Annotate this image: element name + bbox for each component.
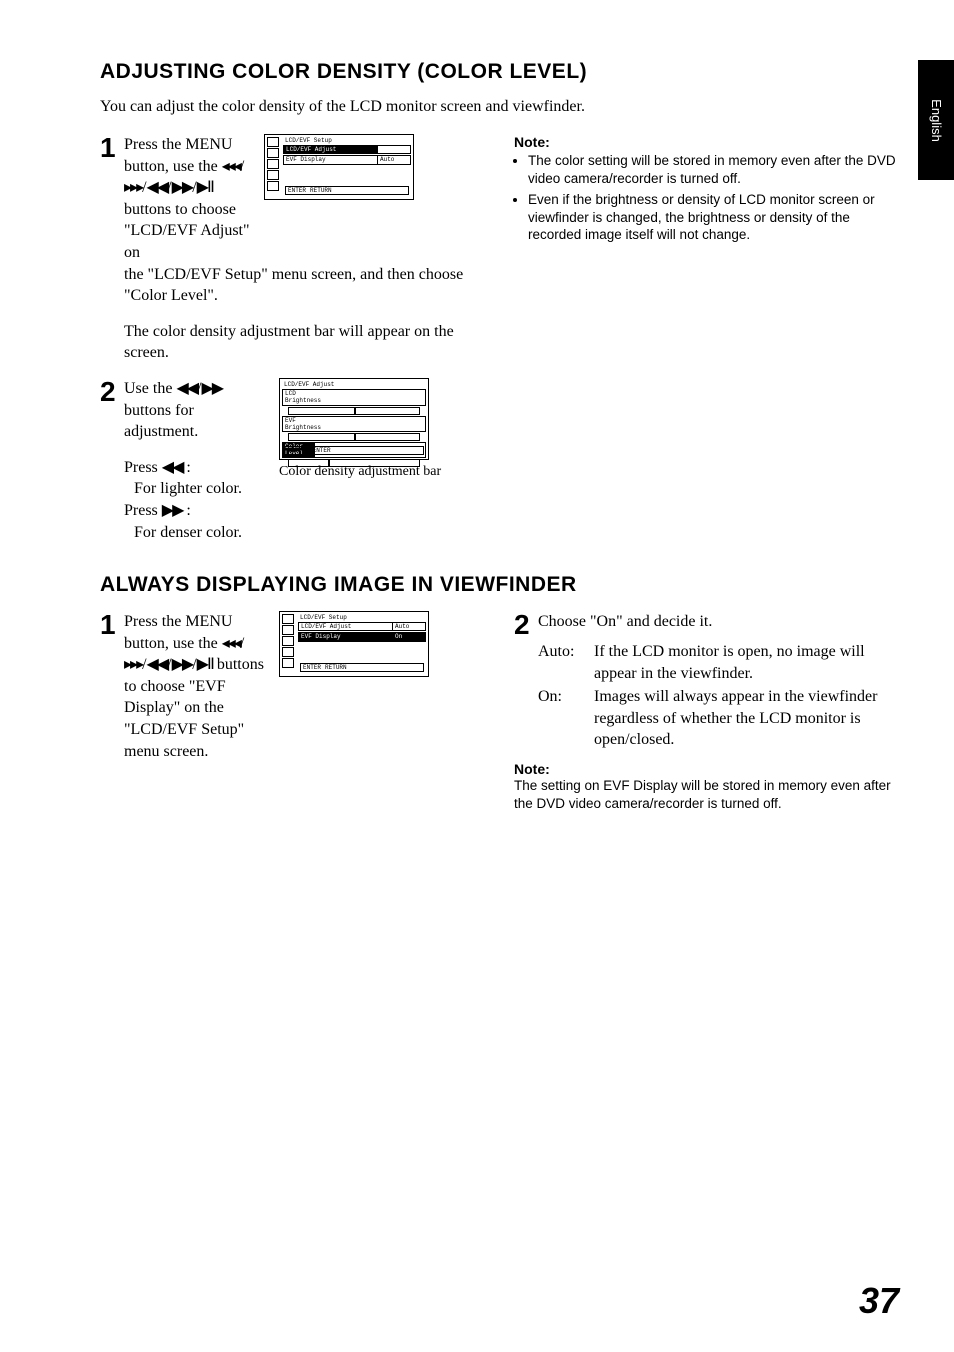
menu2-r2: EVF Brightness xyxy=(283,417,323,431)
section1-intro: You can adjust the color density of the … xyxy=(100,98,899,116)
s1-step1: 1 Press the MENU button, use the ◂◂◂/ ▸▸… xyxy=(100,134,490,364)
note-header: Note: xyxy=(514,134,899,150)
s2-step2: 2 Choose "On" and decide it. xyxy=(514,611,899,639)
menu1-footA: ENTER xyxy=(288,187,306,194)
s2-step1-text-a: Press the MENU button, use the xyxy=(124,613,232,652)
s1-step2-text-a: Use the xyxy=(124,380,176,397)
menu3-footA: ENTER xyxy=(303,664,321,671)
playpause-icon: ▶Ⅱ xyxy=(197,656,213,673)
rew-icon: ◀◀ xyxy=(162,459,183,476)
step-number: 2 xyxy=(100,378,118,406)
auto-label: Auto: xyxy=(538,641,586,684)
s1-step1-text-a: Press the MENU button, use the xyxy=(124,136,232,175)
menu3-footB: RETURN xyxy=(325,664,347,671)
denser-text: For denser color. xyxy=(134,522,269,544)
menu3-title: LCD/EVF Setup xyxy=(298,614,426,621)
menu1-r1a: LCD/EVF Adjust xyxy=(284,146,378,153)
s1-step2-text-b: buttons for adjustment. xyxy=(124,402,198,441)
press-label: Press xyxy=(124,459,162,476)
rew-icon: ◀◀ xyxy=(147,179,168,196)
section1-heading: ADJUSTING COLOR DENSITY (COLOR LEVEL) xyxy=(100,60,899,84)
next-icon: ▸▸▸ xyxy=(124,656,142,673)
menu2-footB: ENTER xyxy=(313,447,331,454)
menu1-r2a: EVF Display xyxy=(284,156,378,163)
note-item: Even if the brightness or density of LCD… xyxy=(528,191,899,244)
step-number: 2 xyxy=(514,611,532,639)
language-tab: English xyxy=(918,60,954,180)
rew-icon: ◀◀ xyxy=(147,656,168,673)
menu1-footB: RETURN xyxy=(310,187,332,194)
menu2-r1: LCD Brightness xyxy=(283,390,323,404)
s2-step1-text-b: buttons to choose "EVF Display" on the "… xyxy=(124,656,264,759)
s1-step1-text-c: The color density adjustment bar will ap… xyxy=(124,321,490,364)
step-number: 1 xyxy=(100,611,118,639)
section2-heading: ALWAYS DISPLAYING IMAGE IN VIEWFINDER xyxy=(100,573,899,597)
fwd-icon: ▶▶ xyxy=(202,380,223,397)
s1-step2: 2 Use the ◀◀/▶▶ buttons for adjustment. … xyxy=(100,378,490,543)
menu2-footA: ADJUST xyxy=(287,447,309,454)
menu-screenshot-3: LCD/EVF Setup LCD/EVF AdjustAuto EVF Dis… xyxy=(279,611,429,677)
menu3-r1b: Auto xyxy=(393,623,425,630)
prev-icon: ◂◂◂ xyxy=(222,158,240,175)
menu-screenshot-2: LCD/EVF Adjust LCD Brightness EVF Bright… xyxy=(279,378,429,460)
menu1-r2b: Auto xyxy=(378,156,410,163)
menu1-r1b xyxy=(378,146,410,153)
on-label: On: xyxy=(538,686,586,751)
on-text: Images will always appear in the viewfin… xyxy=(594,686,899,751)
playpause-icon: ▶Ⅱ xyxy=(197,179,213,196)
menu3-r2a: EVF Display xyxy=(299,633,393,640)
s2-step2-text-a: Choose "On" and decide it. xyxy=(538,611,712,633)
note-item: The color setting will be stored in memo… xyxy=(528,152,899,187)
page-number: 37 xyxy=(859,1280,899,1322)
next-icon: ▸▸▸ xyxy=(124,179,142,196)
menu3-r1a: LCD/EVF Adjust xyxy=(299,623,393,630)
fwd-icon: ▶▶ xyxy=(162,502,183,519)
menu2-title: LCD/EVF Adjust xyxy=(282,381,426,388)
menu1-title: LCD/EVF Setup xyxy=(283,137,411,144)
lighter-text: For lighter color. xyxy=(134,478,269,500)
step-number: 1 xyxy=(100,134,118,162)
s2-step1: 1 Press the MENU button, use the ◂◂◂/ ▸▸… xyxy=(100,611,490,762)
menu-screenshot-1: LCD/EVF Setup LCD/EVF Adjust EVF Display… xyxy=(264,134,414,200)
fwd-icon: ▶▶ xyxy=(172,179,193,196)
rew-icon: ◀◀ xyxy=(176,380,197,397)
note-header: Note: xyxy=(514,761,899,777)
note-text: The setting on EVF Display will be store… xyxy=(514,777,899,812)
prev-icon: ◂◂◂ xyxy=(222,635,240,652)
auto-text: If the LCD monitor is open, no image wil… xyxy=(594,641,899,684)
press-label: Press xyxy=(124,502,162,519)
fwd-icon: ▶▶ xyxy=(172,656,193,673)
menu3-r2b: On xyxy=(393,633,425,640)
language-label: English xyxy=(929,99,944,142)
